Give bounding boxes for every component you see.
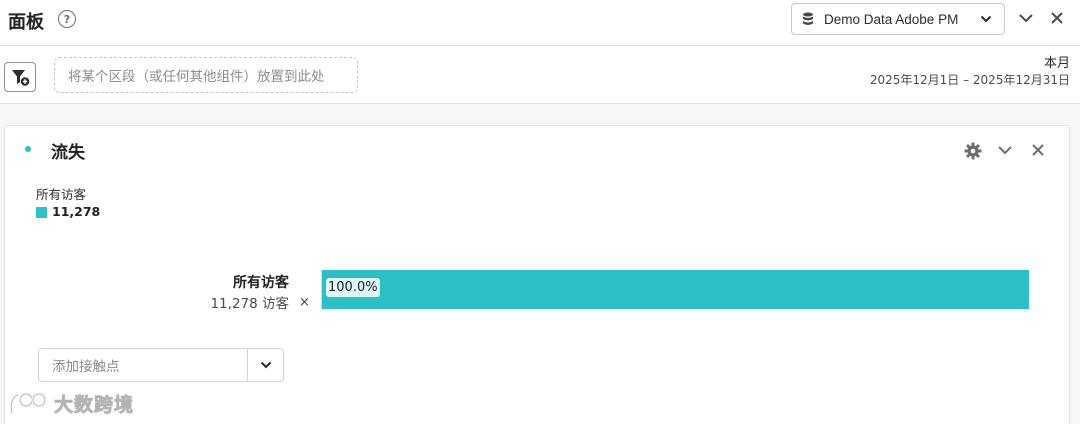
touchpoint-label: 所有访客 (233, 275, 289, 291)
collapse-panel-chevron-icon[interactable] (1018, 11, 1034, 25)
report-suite-selector[interactable]: Demo Data Adobe PM (791, 3, 1005, 35)
panel-title: 面板 (8, 12, 44, 33)
database-icon (803, 12, 813, 25)
add-touchpoint-toggle[interactable] (247, 349, 283, 381)
fallout-bar[interactable]: 100.0% (322, 270, 1029, 309)
add-filter-button[interactable] (4, 62, 36, 92)
top-bar: 面板 ? Demo Data Adobe PM (0, 0, 1080, 46)
close-panel-icon[interactable] (1050, 11, 1064, 25)
help-icon[interactable]: ? (58, 10, 76, 28)
watermark: 大数跨境 (8, 390, 134, 417)
fallout-bar-track: 100.0% (321, 270, 1029, 310)
date-range[interactable]: 本月 2025年12月1日 – 2025年12月31日 (870, 56, 1070, 88)
date-range-dates: 2025年12月1日 – 2025年12月31日 (869, 73, 1070, 87)
fallout-bar-percent: 100.0% (326, 278, 380, 297)
close-card-icon[interactable] (1031, 143, 1045, 157)
chevron-down-icon (980, 15, 992, 23)
chevron-down-icon (260, 361, 271, 369)
legend-series-name: 所有访客 (36, 187, 87, 202)
status-dot (25, 146, 31, 152)
segment-drop-row: 将某个区段（或任何其他组件）放置到此处 本月 2025年12月1日 – 2025… (0, 46, 1080, 104)
add-touchpoint-dropdown[interactable]: 添加接触点 (38, 348, 284, 382)
segment-dropzone[interactable]: 将某个区段（或任何其他组件）放置到此处 (54, 57, 358, 93)
watermark-text: 大数跨境 (54, 394, 135, 417)
add-touchpoint-input[interactable]: 添加接触点 (39, 349, 247, 381)
filter-add-icon (12, 70, 30, 86)
touchpoint-count: 11,278 访客 (210, 296, 289, 312)
card-title: 流失 (51, 143, 85, 163)
report-suite-label: Demo Data Adobe PM (824, 11, 959, 27)
date-range-label: 本月 (1043, 56, 1070, 71)
collapse-card-chevron-icon[interactable] (997, 143, 1013, 157)
remove-touchpoint-button[interactable]: × (299, 295, 310, 310)
fallout-card: 流失 所有访客 11,278 所有访客 11,278 访客 × 100.0% 添… (4, 125, 1070, 424)
gear-icon[interactable] (964, 142, 982, 160)
legend-swatch (36, 207, 47, 218)
watermark-logo-icon (9, 392, 47, 413)
legend-value: 11,278 (52, 204, 101, 219)
